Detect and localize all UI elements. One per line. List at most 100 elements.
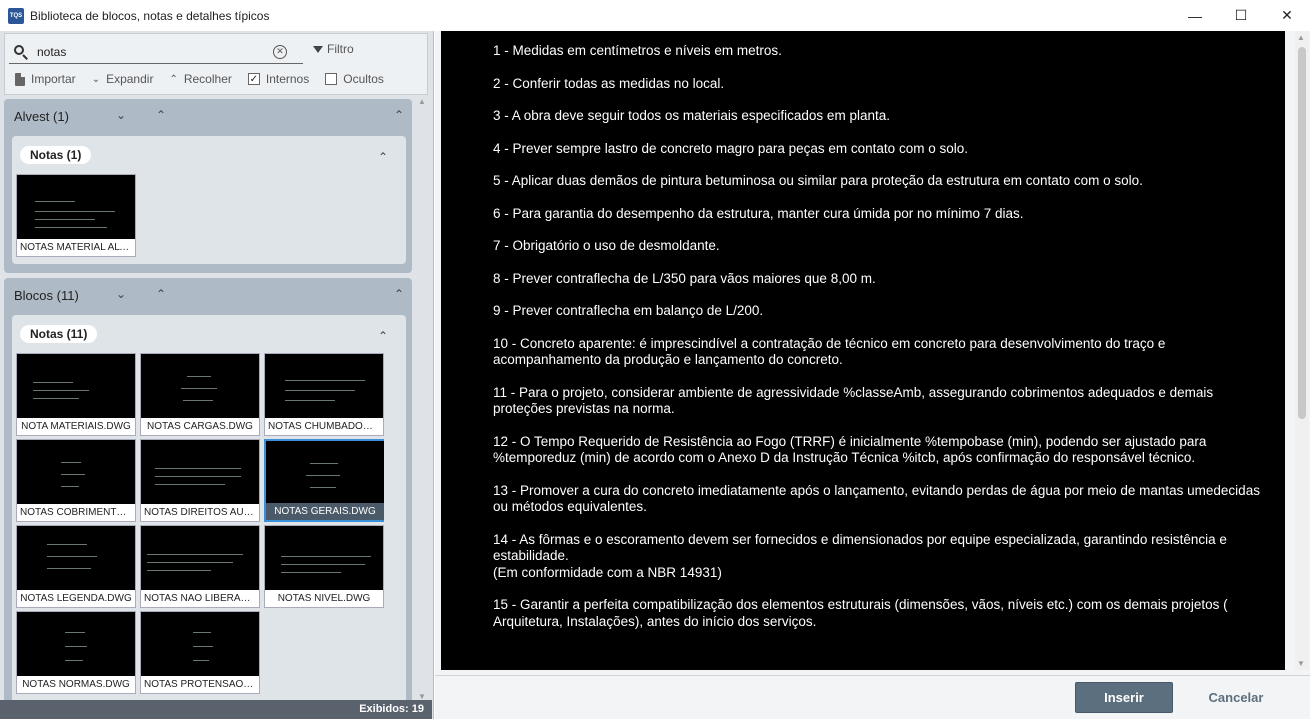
chevron-down-icon: ⌄	[91, 73, 101, 85]
collapse-button[interactable]: ⌃ Recolher	[169, 72, 231, 86]
chevron-up-icon[interactable]: ⌃	[378, 150, 388, 164]
library-item[interactable]: NOTAS NIVEL.DWG	[264, 525, 384, 608]
internal-checkbox[interactable]: ✓ Internos	[247, 72, 310, 86]
preview-scrollbar[interactable]: ▲ ▼	[1295, 31, 1309, 670]
subgroup-notas: Notas (11) ⌃ NOTA MATERIAIS.DWG NOTAS CA…	[12, 315, 406, 701]
library-scrollbar[interactable]: ▲ ▼	[416, 97, 428, 701]
chevron-up-icon[interactable]: ⌃	[378, 329, 388, 343]
scroll-up-icon[interactable]: ▲	[1297, 33, 1305, 42]
filter-icon	[313, 45, 323, 53]
chevron-up-icon[interactable]: ⌃	[156, 108, 166, 122]
note-item: 11 - Para o projeto, considerar ambiente…	[493, 384, 1214, 417]
library-item[interactable]: NOTAS PROTENSAO.D...	[140, 611, 260, 694]
note-item: 4 - Prever sempre lastro de concreto mag…	[493, 140, 968, 156]
import-button[interactable]: Importar	[15, 72, 76, 86]
library-item[interactable]: NOTAS NORMAS.DWG	[16, 611, 136, 694]
notes-preview: 1 - Medidas em centímetros e níveis em m…	[441, 31, 1285, 670]
library-item[interactable]: NOTAS DIREITOS AUTO...	[140, 439, 260, 522]
hidden-check-icon	[325, 73, 338, 85]
note-item: 2 - Conferir todas as medidas no local.	[493, 75, 725, 91]
scroll-down-icon[interactable]: ▼	[1297, 659, 1305, 668]
chevron-down-icon[interactable]: ⌄	[116, 287, 126, 301]
library-item[interactable]: NOTAS MATERIAL ALVE...	[16, 174, 136, 257]
insert-button[interactable]: Inserir	[1075, 682, 1173, 713]
item-label: NOTA MATERIAIS.DWG	[17, 418, 135, 435]
chevron-up-icon[interactable]: ⌃	[394, 108, 404, 122]
filter-label: Filtro	[327, 42, 354, 56]
cancel-button[interactable]: Cancelar	[1187, 682, 1285, 713]
status-count: Exibidos: 19	[0, 700, 432, 719]
drawing-thumbnail	[141, 612, 259, 676]
chevron-up-icon: ⌃	[169, 73, 178, 85]
minimize-icon[interactable]: —	[1172, 0, 1218, 31]
group-header[interactable]: Alvest (1) ⌄ ⌃ ⌃	[4, 99, 412, 133]
hidden-label: Ocultos	[343, 72, 384, 86]
item-label: NOTAS DIREITOS AUTO...	[141, 504, 259, 521]
expand-label: Expandir	[106, 72, 154, 86]
chevron-up-icon[interactable]: ⌃	[394, 287, 404, 301]
drawing-thumbnail	[17, 612, 135, 676]
window-controls: — ☐ ✕	[1172, 0, 1310, 31]
search-input[interactable]	[37, 44, 267, 59]
item-label: NOTAS LEGENDA.DWG	[17, 590, 135, 607]
library-list[interactable]: Alvest (1) ⌄ ⌃ ⌃ Notas (1) ⌃ NOTAS MATER…	[0, 97, 432, 701]
collapse-label: Recolher	[183, 72, 232, 86]
library-item-selected[interactable]: NOTAS GERAIS.DWG	[264, 439, 384, 522]
filter-button[interactable]: Filtro	[313, 42, 354, 56]
group-blocos: Blocos (11) ⌄ ⌃ ⌃ Notas (11) ⌃ NOTA MATE…	[4, 278, 412, 701]
library-item[interactable]: NOTAS CHUMBADOR.D...	[264, 353, 384, 436]
title-bar: TQS Biblioteca de blocos, notas e detalh…	[0, 0, 1310, 31]
drawing-thumbnail	[141, 440, 259, 504]
window-title: Biblioteca de blocos, notas e detalhes t…	[30, 8, 270, 23]
subgroup-header[interactable]: Notas (11) ⌃	[12, 315, 406, 353]
drawing-thumbnail	[17, 175, 135, 239]
dialog-footer: Inserir Cancelar	[435, 675, 1310, 719]
library-item[interactable]: NOTAS LEGENDA.DWG	[16, 525, 136, 608]
scroll-thumb[interactable]	[1298, 47, 1306, 419]
item-label: NOTAS GERAIS.DWG	[266, 503, 384, 520]
subgroup-notas: Notas (1) ⌃ NOTAS MATERIAL ALVE...	[12, 136, 406, 264]
note-item: 6 - Para garantia do desempenho da estru…	[493, 205, 1024, 221]
subgroup-title: Notas (11)	[20, 325, 98, 343]
item-label: NOTAS PROTENSAO.D...	[141, 676, 259, 693]
search-field: ✕	[9, 40, 303, 64]
item-label: NOTAS MATERIAL ALVE...	[17, 239, 135, 256]
group-alvest: Alvest (1) ⌄ ⌃ ⌃ Notas (1) ⌃ NOTAS MATER…	[4, 99, 412, 273]
library-item[interactable]: NOTAS COBRIMENTO.D...	[16, 439, 136, 522]
note-item: 13 - Promover a cura do concreto imediat…	[493, 482, 1260, 515]
app-logo-icon: TQS	[8, 7, 24, 24]
library-item[interactable]: NOTAS CARGAS.DWG	[140, 353, 260, 436]
drawing-thumbnail	[141, 354, 259, 418]
close-icon[interactable]: ✕	[1264, 0, 1310, 31]
note-item: 8 - Prever contraflecha de L/350 para vã…	[493, 270, 876, 286]
hidden-checkbox[interactable]: Ocultos	[325, 72, 384, 86]
note-item: 3 - A obra deve seguir todos os materiai…	[493, 108, 890, 123]
internal-label: Internos	[265, 72, 310, 86]
drawing-thumbnail	[17, 354, 135, 418]
chevron-up-icon[interactable]: ⌃	[156, 287, 166, 301]
item-label: NOTAS NAO LIBERADA...	[141, 590, 259, 607]
clear-search-icon[interactable]: ✕	[273, 44, 287, 59]
group-title: Blocos (11)	[14, 287, 79, 303]
internal-check-icon: ✓	[247, 73, 260, 85]
drawing-thumbnail	[265, 526, 383, 590]
item-label: NOTAS NORMAS.DWG	[17, 676, 135, 693]
note-item: 5 - Aplicar duas demãos de pintura betum…	[493, 173, 1143, 188]
search-icon	[13, 44, 29, 60]
group-header[interactable]: Blocos (11) ⌄ ⌃ ⌃	[4, 278, 412, 312]
expand-button[interactable]: ⌄ Expandir	[92, 72, 154, 86]
library-item[interactable]: NOTA MATERIAIS.DWG	[16, 353, 136, 436]
drawing-thumbnail	[265, 354, 383, 418]
note-item: 9 - Prever contraflecha em balanço de L/…	[493, 303, 764, 318]
maximize-icon[interactable]: ☐	[1218, 0, 1264, 31]
note-item: 14 - As fôrmas e o escoramento devem ser…	[493, 531, 1227, 580]
search-toolbar: ✕ Filtro Importar ⌄ Expandir ⌃ Recolher …	[4, 33, 428, 95]
document-icon	[15, 72, 25, 86]
library-item[interactable]: NOTAS NAO LIBERADA...	[140, 525, 260, 608]
chevron-down-icon[interactable]: ⌄	[116, 108, 126, 122]
scroll-up-icon[interactable]: ▲	[416, 97, 428, 106]
item-label: NOTAS CHUMBADOR.D...	[265, 418, 383, 435]
subgroup-header[interactable]: Notas (1) ⌃	[12, 136, 406, 174]
note-item: 10 - Concreto aparente: é imprescindível…	[493, 335, 1166, 368]
drawing-thumbnail	[17, 526, 135, 590]
